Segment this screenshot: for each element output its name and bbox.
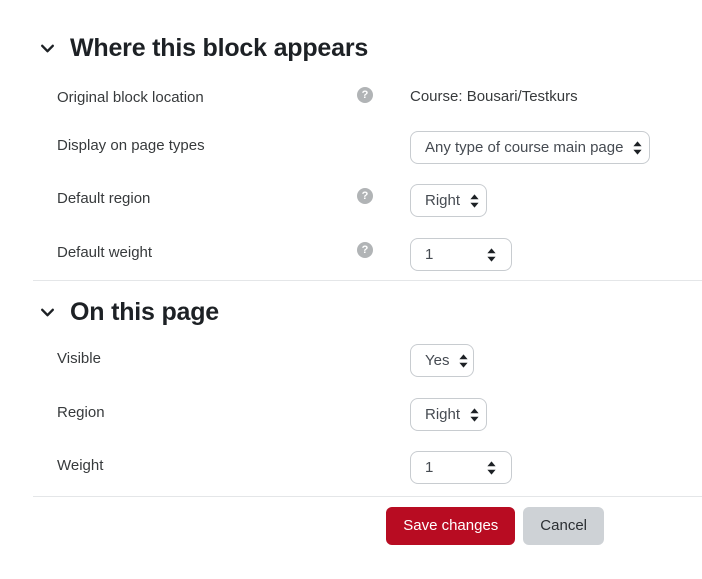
help-cell: ? [357, 83, 410, 103]
chevron-updown-icon [458, 353, 469, 369]
value-cell: Any type of course main page [410, 131, 702, 164]
row-label: Default region [57, 190, 151, 207]
section-title: On this page [70, 298, 220, 326]
select-visible[interactable]: Yes [410, 344, 474, 377]
form-row-visible: Visible Yes [0, 344, 702, 377]
help-icon[interactable]: ? [357, 188, 373, 204]
value-cell: 1 [410, 451, 702, 484]
form-row-default-weight: Default weight ? 1 [0, 238, 702, 271]
chevron-updown-icon [486, 460, 497, 476]
save-changes-button[interactable]: Save changes [386, 507, 516, 545]
help-icon[interactable]: ? [357, 87, 373, 103]
form-row-original-block-location: Original block location ? Course: Bousar… [0, 83, 702, 113]
help-cell [357, 344, 410, 348]
value-cell: Right [410, 398, 702, 431]
select-value: Yes [425, 352, 450, 369]
chevron-down-icon[interactable] [38, 39, 56, 57]
section-divider [33, 280, 702, 281]
help-cell: ? [357, 238, 410, 258]
help-icon[interactable]: ? [357, 242, 373, 258]
value-cell: Yes [410, 344, 702, 377]
section-header-on-this-page[interactable]: On this page [0, 297, 702, 327]
chevron-updown-icon [469, 193, 480, 209]
select-value: 1 [425, 246, 434, 263]
form-row-default-region: Default region ? Right [0, 184, 702, 217]
select-value: 1 [425, 459, 434, 476]
row-label: Display on page types [57, 137, 205, 154]
chevron-updown-icon [486, 247, 497, 263]
cancel-button[interactable]: Cancel [523, 507, 604, 545]
row-label: Visible [57, 350, 101, 367]
row-label: Original block location [57, 89, 204, 106]
select-weight[interactable]: 1 [410, 451, 512, 484]
chevron-down-icon[interactable] [38, 303, 56, 321]
section-title: Where this block appears [70, 34, 369, 62]
row-label: Region [57, 404, 105, 421]
chevron-updown-icon [469, 407, 480, 423]
help-cell: ? [357, 184, 410, 204]
block-settings-page: Where this block appears Original block … [0, 0, 702, 579]
select-value: Right [425, 406, 461, 423]
chevron-updown-icon [632, 140, 643, 156]
section-header-where-this-block-appears[interactable]: Where this block appears [0, 33, 702, 63]
select-default-region[interactable]: Right [410, 184, 487, 217]
form-row-region: Region Right [0, 398, 702, 431]
select-value: Right [425, 192, 461, 209]
select-value: Any type of course main page [425, 139, 624, 156]
select-display-on-page-types[interactable]: Any type of course main page [410, 131, 650, 164]
form-actions: Save changes Cancel [0, 507, 702, 545]
form-row-weight: Weight 1 [0, 451, 702, 484]
select-region[interactable]: Right [410, 398, 487, 431]
value-cell: Right [410, 184, 702, 217]
help-cell [357, 131, 410, 135]
help-cell [357, 451, 410, 455]
help-cell [357, 398, 410, 402]
value-cell: Course: Bousari/Testkurs [410, 83, 702, 107]
row-label: Default weight [57, 244, 153, 261]
form-row-display-on-page-types: Display on page types Any type of course… [0, 131, 702, 164]
row-label: Weight [57, 457, 104, 474]
original-block-location-value: Course: Bousari/Testkurs [410, 88, 578, 105]
footer-divider [33, 496, 702, 497]
select-default-weight[interactable]: 1 [410, 238, 512, 271]
value-cell: 1 [410, 238, 702, 271]
